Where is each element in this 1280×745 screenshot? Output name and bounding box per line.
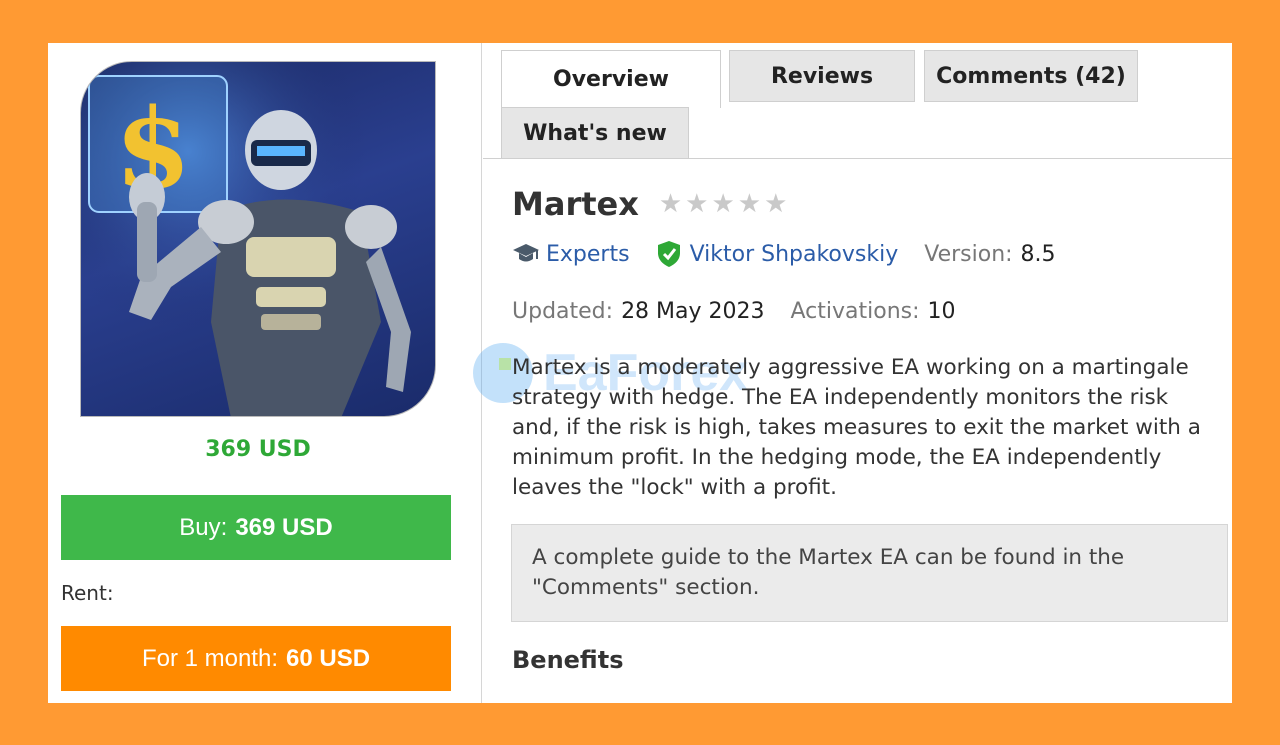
rent-label: Rent: [61,581,114,605]
tab-overview[interactable]: Overview [501,50,721,108]
price-label: 369 USD [205,437,311,462]
category-link[interactable]: Experts [546,242,630,267]
rent-period: For 1 month: [141,644,278,672]
tab-reviews[interactable]: Reviews [729,50,915,102]
buy-button[interactable]: Buy: 369 USD [61,495,451,560]
title-row: Martex ★ ★ ★ ★ ★ [512,185,787,223]
star-icon: ★ [658,189,683,219]
updated-label: Updated: [512,299,614,324]
product-description: Martex is a moderately aggressive EA wor… [512,355,1201,500]
version-value: 8.5 [1020,241,1056,267]
tab-bar: Overview Reviews Comments (42) What's ne… [483,43,1232,159]
product-panel: $ 369 USD Buy: 369 USD Rent: For 1 month… [48,43,1232,703]
rating-stars[interactable]: ★ ★ ★ ★ ★ [659,191,788,217]
guide-notice: A complete guide to the Martex EA can be… [511,524,1228,622]
updated-row: Updated: 28 May 2023 Activations: 10 [512,299,956,324]
product-title: Martex [512,185,639,223]
verified-shield-icon [656,239,690,269]
product-sidebar: $ 369 USD Buy: 369 USD Rent: For 1 month… [48,43,482,703]
tab-comments[interactable]: Comments (42) [924,50,1138,102]
rent-1-month-button[interactable]: For 1 month: 60 USD [61,626,451,691]
star-icon: ★ [737,189,762,219]
buy-price: 369 USD [235,513,333,541]
version-label: Version: [924,241,1013,267]
updated-value: 28 May 2023 [621,299,765,324]
author-link[interactable]: Viktor Shpakovskiy [690,242,899,267]
benefits-heading: Benefits [512,646,624,674]
star-icon: ★ [711,189,735,219]
activations-label: Activations: [790,299,920,324]
meta-row: Experts Viktor Shpakovskiy Version: 8.5 [512,239,1056,269]
product-details: Overview Reviews Comments (42) What's ne… [473,43,1232,703]
graduation-cap-icon [512,239,546,269]
activations-value: 10 [927,299,956,324]
star-icon: ★ [685,189,709,219]
buy-label: Buy: [179,513,228,541]
tab-whats-new[interactable]: What's new [501,107,689,159]
star-icon: ★ [764,189,788,219]
rent-price: 60 USD [286,644,371,672]
product-image: $ [80,61,436,417]
